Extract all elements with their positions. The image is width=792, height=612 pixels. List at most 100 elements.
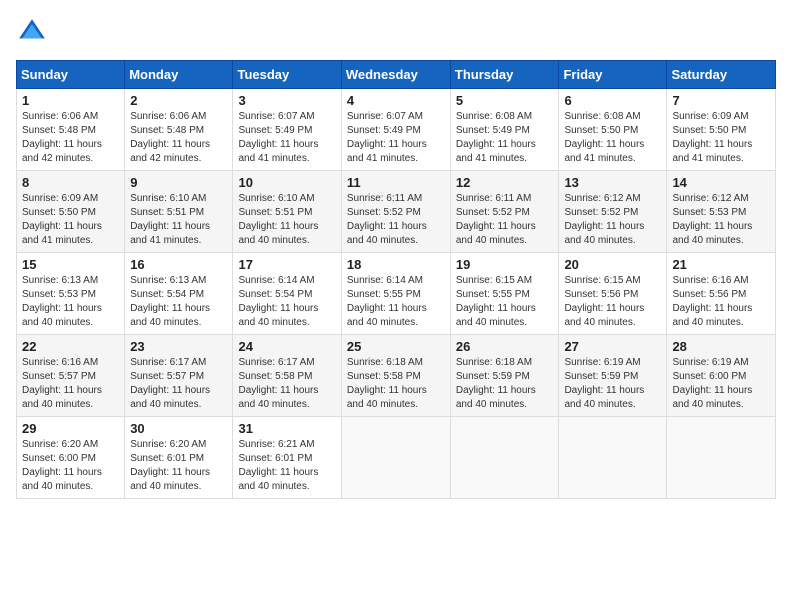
day-info: Sunrise: 6:12 AMSunset: 5:52 PMDaylight:…: [564, 193, 644, 246]
calendar-cell: 18 Sunrise: 6:14 AMSunset: 5:55 PMDaylig…: [341, 253, 450, 335]
day-info: Sunrise: 6:21 AMSunset: 6:01 PMDaylight:…: [238, 439, 318, 492]
calendar-header-row: Sunday Monday Tuesday Wednesday Thursday…: [17, 61, 776, 89]
day-info: Sunrise: 6:17 AMSunset: 5:57 PMDaylight:…: [130, 357, 210, 410]
calendar-cell: 31 Sunrise: 6:21 AMSunset: 6:01 PMDaylig…: [233, 417, 341, 499]
calendar-cell: 16 Sunrise: 6:13 AMSunset: 5:54 PMDaylig…: [125, 253, 233, 335]
day-info: Sunrise: 6:10 AMSunset: 5:51 PMDaylight:…: [238, 193, 318, 246]
calendar-cell: 9 Sunrise: 6:10 AMSunset: 5:51 PMDayligh…: [125, 171, 233, 253]
calendar-cell: 12 Sunrise: 6:11 AMSunset: 5:52 PMDaylig…: [450, 171, 559, 253]
day-info: Sunrise: 6:17 AMSunset: 5:58 PMDaylight:…: [238, 357, 318, 410]
day-info: Sunrise: 6:06 AMSunset: 5:48 PMDaylight:…: [130, 111, 210, 164]
calendar-cell: 13 Sunrise: 6:12 AMSunset: 5:52 PMDaylig…: [559, 171, 667, 253]
day-info: Sunrise: 6:19 AMSunset: 6:00 PMDaylight:…: [672, 357, 752, 410]
calendar-cell: 11 Sunrise: 6:11 AMSunset: 5:52 PMDaylig…: [341, 171, 450, 253]
calendar-table: Sunday Monday Tuesday Wednesday Thursday…: [16, 60, 776, 499]
day-number: 20: [564, 257, 661, 272]
calendar-cell: 10 Sunrise: 6:10 AMSunset: 5:51 PMDaylig…: [233, 171, 341, 253]
day-number: 14: [672, 175, 770, 190]
col-monday: Monday: [125, 61, 233, 89]
calendar-cell: 17 Sunrise: 6:14 AMSunset: 5:54 PMDaylig…: [233, 253, 341, 335]
calendar-cell: 1 Sunrise: 6:06 AMSunset: 5:48 PMDayligh…: [17, 89, 125, 171]
day-info: Sunrise: 6:12 AMSunset: 5:53 PMDaylight:…: [672, 193, 752, 246]
calendar-cell: [667, 417, 776, 499]
calendar-cell: 30 Sunrise: 6:20 AMSunset: 6:01 PMDaylig…: [125, 417, 233, 499]
calendar-cell: 7 Sunrise: 6:09 AMSunset: 5:50 PMDayligh…: [667, 89, 776, 171]
day-number: 6: [564, 93, 661, 108]
page-header: [16, 16, 776, 48]
calendar-cell: 20 Sunrise: 6:15 AMSunset: 5:56 PMDaylig…: [559, 253, 667, 335]
day-info: Sunrise: 6:15 AMSunset: 5:56 PMDaylight:…: [564, 275, 644, 328]
day-number: 24: [238, 339, 335, 354]
col-tuesday: Tuesday: [233, 61, 341, 89]
day-info: Sunrise: 6:11 AMSunset: 5:52 PMDaylight:…: [347, 193, 427, 246]
day-info: Sunrise: 6:15 AMSunset: 5:55 PMDaylight:…: [456, 275, 536, 328]
calendar-week-row: 29 Sunrise: 6:20 AMSunset: 6:00 PMDaylig…: [17, 417, 776, 499]
calendar-week-row: 1 Sunrise: 6:06 AMSunset: 5:48 PMDayligh…: [17, 89, 776, 171]
day-info: Sunrise: 6:07 AMSunset: 5:49 PMDaylight:…: [238, 111, 318, 164]
day-info: Sunrise: 6:09 AMSunset: 5:50 PMDaylight:…: [672, 111, 752, 164]
day-info: Sunrise: 6:16 AMSunset: 5:57 PMDaylight:…: [22, 357, 102, 410]
day-number: 13: [564, 175, 661, 190]
calendar-week-row: 8 Sunrise: 6:09 AMSunset: 5:50 PMDayligh…: [17, 171, 776, 253]
day-number: 2: [130, 93, 227, 108]
calendar-cell: 21 Sunrise: 6:16 AMSunset: 5:56 PMDaylig…: [667, 253, 776, 335]
day-number: 1: [22, 93, 119, 108]
calendar-cell: 4 Sunrise: 6:07 AMSunset: 5:49 PMDayligh…: [341, 89, 450, 171]
day-number: 19: [456, 257, 554, 272]
calendar-cell: 3 Sunrise: 6:07 AMSunset: 5:49 PMDayligh…: [233, 89, 341, 171]
day-number: 12: [456, 175, 554, 190]
day-number: 29: [22, 421, 119, 436]
calendar-cell: [559, 417, 667, 499]
calendar-week-row: 15 Sunrise: 6:13 AMSunset: 5:53 PMDaylig…: [17, 253, 776, 335]
calendar-cell: 8 Sunrise: 6:09 AMSunset: 5:50 PMDayligh…: [17, 171, 125, 253]
day-number: 10: [238, 175, 335, 190]
calendar-cell: 22 Sunrise: 6:16 AMSunset: 5:57 PMDaylig…: [17, 335, 125, 417]
day-info: Sunrise: 6:16 AMSunset: 5:56 PMDaylight:…: [672, 275, 752, 328]
calendar-cell: 27 Sunrise: 6:19 AMSunset: 5:59 PMDaylig…: [559, 335, 667, 417]
calendar-cell: 2 Sunrise: 6:06 AMSunset: 5:48 PMDayligh…: [125, 89, 233, 171]
logo-icon: [16, 16, 48, 48]
day-info: Sunrise: 6:10 AMSunset: 5:51 PMDaylight:…: [130, 193, 210, 246]
calendar-cell: [341, 417, 450, 499]
day-number: 7: [672, 93, 770, 108]
day-info: Sunrise: 6:08 AMSunset: 5:49 PMDaylight:…: [456, 111, 536, 164]
calendar-week-row: 22 Sunrise: 6:16 AMSunset: 5:57 PMDaylig…: [17, 335, 776, 417]
col-saturday: Saturday: [667, 61, 776, 89]
calendar-cell: 24 Sunrise: 6:17 AMSunset: 5:58 PMDaylig…: [233, 335, 341, 417]
day-info: Sunrise: 6:18 AMSunset: 5:59 PMDaylight:…: [456, 357, 536, 410]
day-number: 15: [22, 257, 119, 272]
day-info: Sunrise: 6:13 AMSunset: 5:53 PMDaylight:…: [22, 275, 102, 328]
day-number: 16: [130, 257, 227, 272]
day-info: Sunrise: 6:19 AMSunset: 5:59 PMDaylight:…: [564, 357, 644, 410]
day-number: 17: [238, 257, 335, 272]
day-number: 3: [238, 93, 335, 108]
day-number: 27: [564, 339, 661, 354]
col-wednesday: Wednesday: [341, 61, 450, 89]
day-number: 4: [347, 93, 445, 108]
calendar-cell: 25 Sunrise: 6:18 AMSunset: 5:58 PMDaylig…: [341, 335, 450, 417]
day-number: 21: [672, 257, 770, 272]
calendar-cell: 26 Sunrise: 6:18 AMSunset: 5:59 PMDaylig…: [450, 335, 559, 417]
day-number: 22: [22, 339, 119, 354]
calendar-cell: 29 Sunrise: 6:20 AMSunset: 6:00 PMDaylig…: [17, 417, 125, 499]
day-info: Sunrise: 6:06 AMSunset: 5:48 PMDaylight:…: [22, 111, 102, 164]
day-info: Sunrise: 6:14 AMSunset: 5:54 PMDaylight:…: [238, 275, 318, 328]
day-info: Sunrise: 6:08 AMSunset: 5:50 PMDaylight:…: [564, 111, 644, 164]
col-sunday: Sunday: [17, 61, 125, 89]
day-number: 28: [672, 339, 770, 354]
day-info: Sunrise: 6:18 AMSunset: 5:58 PMDaylight:…: [347, 357, 427, 410]
day-info: Sunrise: 6:07 AMSunset: 5:49 PMDaylight:…: [347, 111, 427, 164]
day-info: Sunrise: 6:20 AMSunset: 6:01 PMDaylight:…: [130, 439, 210, 492]
col-friday: Friday: [559, 61, 667, 89]
calendar-cell: 14 Sunrise: 6:12 AMSunset: 5:53 PMDaylig…: [667, 171, 776, 253]
calendar-cell: 15 Sunrise: 6:13 AMSunset: 5:53 PMDaylig…: [17, 253, 125, 335]
day-number: 8: [22, 175, 119, 190]
day-number: 9: [130, 175, 227, 190]
day-info: Sunrise: 6:13 AMSunset: 5:54 PMDaylight:…: [130, 275, 210, 328]
logo: [16, 16, 52, 48]
calendar-cell: 19 Sunrise: 6:15 AMSunset: 5:55 PMDaylig…: [450, 253, 559, 335]
day-info: Sunrise: 6:14 AMSunset: 5:55 PMDaylight:…: [347, 275, 427, 328]
calendar-cell: [450, 417, 559, 499]
calendar-cell: 23 Sunrise: 6:17 AMSunset: 5:57 PMDaylig…: [125, 335, 233, 417]
day-number: 5: [456, 93, 554, 108]
